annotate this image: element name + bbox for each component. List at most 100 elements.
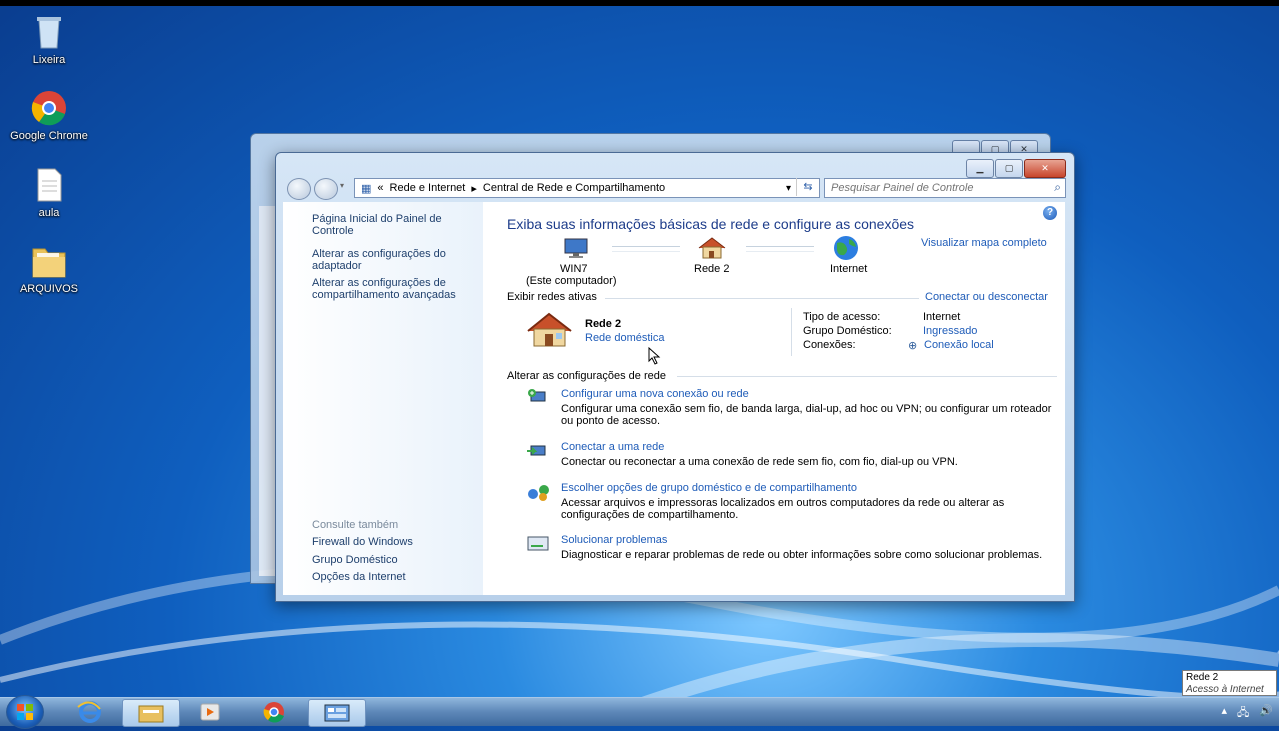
desktop-icon-aula[interactable]: aula	[4, 165, 94, 219]
main-pane: Exiba suas informações básicas de rede e…	[507, 202, 1057, 595]
task-new-connection-desc: Configurar uma conexão sem fio, de banda…	[561, 403, 1052, 427]
network-type-link[interactable]: Rede doméstica	[585, 332, 665, 344]
task-homegroup-link[interactable]: Escolher opções de grupo doméstico e de …	[561, 482, 857, 494]
chrome-icon	[29, 88, 69, 128]
window-controls: ▁ ▢ ✕	[966, 159, 1066, 178]
computer-icon	[563, 237, 593, 262]
desktop-icon-recycle-bin[interactable]: Lixeira	[4, 12, 94, 66]
taskbar-media-player[interactable]	[182, 699, 238, 725]
section-divider	[677, 376, 1057, 377]
history-dropdown-icon[interactable]: ▾	[340, 181, 344, 190]
network-center-window: ▁ ▢ ✕ ▾ ▦ « Rede e Internet ▸ Central de…	[275, 152, 1075, 602]
troubleshoot-icon	[527, 535, 551, 556]
prop-access-type-value: Internet	[923, 311, 961, 323]
network-tray-icon[interactable]: 🖧	[1237, 704, 1249, 723]
new-connection-icon	[527, 388, 551, 409]
network-adapter-icon: ⊕	[908, 340, 918, 352]
network-tooltip: Rede 2 Acesso à Internet	[1182, 670, 1277, 696]
system-tray: ▴ 🖧 🔊	[1222, 704, 1274, 723]
left-pane: Página Inicial do Painel de Controle Alt…	[283, 202, 483, 595]
link-homegroup[interactable]: Grupo Doméstico	[312, 554, 477, 566]
tooltip-subtitle: Acesso à Internet	[1186, 684, 1264, 695]
taskbar-control-panel[interactable]	[308, 699, 366, 727]
desktop-icon-label: Lixeira	[32, 54, 66, 66]
link-internet-options[interactable]: Opções da Internet	[312, 571, 477, 583]
prop-homegroup-label: Grupo Doméstico:	[803, 325, 892, 337]
house-icon	[696, 236, 730, 263]
navigation-bar: ▾ ▦ « Rede e Internet ▸ Central de Rede …	[284, 177, 1066, 200]
link-firewall[interactable]: Firewall do Windows	[312, 536, 477, 548]
mouse-cursor-icon	[648, 346, 662, 368]
search-icon[interactable]: ⌕	[1054, 180, 1061, 195]
task-homegroup-desc: Acessar arquivos e impressoras localizad…	[561, 497, 1005, 521]
desktop-icon-label: aula	[38, 207, 60, 219]
connect-disconnect-link[interactable]: Conectar ou desconectar	[925, 291, 1048, 303]
change-settings-heading: Alterar as configurações de rede	[507, 370, 666, 382]
desktop-icon-arquivos[interactable]: ARQUIVOS	[4, 241, 94, 295]
globe-icon	[831, 235, 861, 264]
vertical-divider	[791, 308, 792, 356]
homegroup-icon	[527, 483, 551, 504]
breadcrumb-separator-icon[interactable]: ▸	[471, 182, 477, 195]
link-control-panel-home[interactable]: Página Inicial do Painel de Controle	[312, 213, 477, 237]
connect-network-icon	[527, 442, 551, 463]
minimize-button[interactable]: ▁	[966, 159, 994, 178]
active-networks-heading: Exibir redes ativas	[507, 291, 597, 303]
address-dropdown-icon[interactable]: ▾	[786, 183, 791, 194]
volume-icon[interactable]: 🔊	[1259, 704, 1273, 723]
show-hidden-icons-icon[interactable]: ▴	[1222, 704, 1228, 723]
tooltip-title: Rede 2	[1186, 672, 1219, 683]
prop-connections-value[interactable]: Conexão local	[924, 339, 994, 351]
task-connect-link[interactable]: Conectar a uma rede	[561, 441, 664, 453]
task-new-connection-link[interactable]: Configurar uma nova conexão ou rede	[561, 388, 749, 400]
prop-access-type-label: Tipo de acesso:	[803, 311, 881, 323]
see-also-heading: Consulte também	[312, 519, 399, 531]
map-connector	[746, 246, 814, 252]
maximize-button[interactable]: ▢	[995, 159, 1023, 178]
desktop-icon-label: Google Chrome	[10, 130, 88, 142]
taskbar-explorer[interactable]	[122, 699, 180, 727]
prop-connections-label: Conexões:	[803, 339, 856, 351]
window-content: Página Inicial do Painel de Controle Alt…	[283, 202, 1065, 595]
explorer-icon	[138, 705, 164, 723]
forward-button[interactable]	[314, 178, 338, 200]
view-full-map-link[interactable]: Visualizar mapa completo	[921, 237, 1047, 249]
search-box[interactable]: ⌕	[824, 178, 1066, 198]
map-network-name: Rede 2	[694, 263, 730, 275]
desktop-icon-chrome[interactable]: Google Chrome	[4, 88, 94, 142]
network-name: Rede 2	[585, 318, 622, 330]
control-panel-icon	[324, 704, 350, 722]
search-input[interactable]	[825, 179, 1043, 197]
folder-icon	[29, 241, 69, 281]
refresh-icon[interactable]: ⇆	[796, 178, 819, 196]
link-adapter-settings[interactable]: Alterar as configurações do adaptador	[312, 248, 477, 272]
house-icon	[525, 311, 575, 352]
link-advanced-sharing[interactable]: Alterar as configurações de compartilham…	[312, 277, 477, 301]
back-button[interactable]	[287, 178, 311, 200]
windows-logo-icon	[17, 704, 33, 720]
section-divider	[605, 298, 919, 299]
media-player-icon	[200, 703, 220, 721]
breadcrumb-segment-rede-internet[interactable]: Rede e Internet	[390, 182, 466, 194]
desktop-icon-label: ARQUIVOS	[19, 283, 79, 295]
task-troubleshoot-desc: Diagnosticar e reparar problemas de rede…	[561, 549, 1043, 561]
address-bar[interactable]: ▦ « Rede e Internet ▸ Central de Rede e …	[354, 178, 820, 198]
taskbar: ▴ 🖧 🔊	[0, 695, 1279, 729]
task-connect-desc: Conectar ou reconectar a uma conexão de …	[561, 456, 958, 468]
taskbar-chrome[interactable]	[246, 699, 302, 725]
control-panel-icon: ▦	[361, 182, 372, 195]
breadcrumb-segment-central[interactable]: Central de Rede e Compartilhamento	[483, 182, 665, 194]
text-file-icon	[29, 165, 69, 205]
map-computer-sub: (Este computador)	[526, 275, 617, 287]
breadcrumb-overflow[interactable]: «	[377, 182, 383, 194]
start-button[interactable]	[6, 695, 44, 729]
screen-top-border	[0, 0, 1279, 6]
taskbar-internet-explorer[interactable]	[62, 699, 118, 725]
page-heading: Exiba suas informações básicas de rede e…	[507, 216, 915, 232]
recycle-bin-icon	[29, 12, 69, 52]
map-internet-label: Internet	[830, 263, 868, 275]
prop-homegroup-value[interactable]: Ingressado	[923, 325, 977, 337]
internet-explorer-icon	[77, 701, 101, 723]
close-button[interactable]: ✕	[1024, 159, 1066, 178]
task-troubleshoot-link[interactable]: Solucionar problemas	[561, 534, 667, 546]
